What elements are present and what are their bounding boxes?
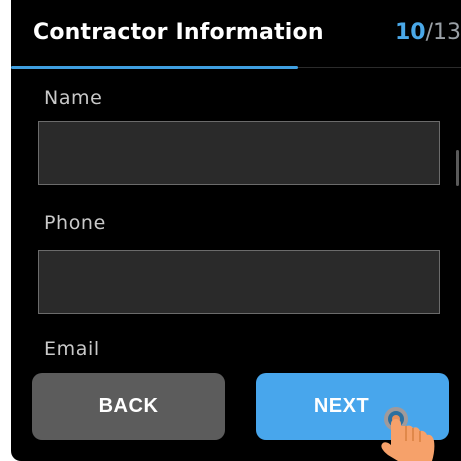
step-total: 13 — [433, 20, 461, 45]
phone-field[interactable] — [38, 250, 440, 314]
screen: Contractor Information 10/13 Name Phone … — [11, 0, 461, 461]
back-button[interactable]: BACK — [32, 373, 225, 440]
phone-label: Phone — [44, 212, 106, 234]
tap-hand-icon — [381, 407, 435, 461]
name-field[interactable] — [38, 121, 440, 185]
email-label: Email — [44, 338, 100, 360]
step-indicator: 10/13 — [395, 20, 461, 45]
step-separator: / — [425, 20, 434, 45]
header: Contractor Information 10/13 — [11, 0, 461, 69]
scrollbar[interactable] — [456, 150, 459, 186]
header-progress-bar — [11, 66, 298, 69]
page-title: Contractor Information — [33, 20, 324, 45]
step-current: 10 — [395, 20, 426, 45]
name-label: Name — [44, 87, 103, 109]
next-button-label: NEXT — [313, 395, 370, 417]
